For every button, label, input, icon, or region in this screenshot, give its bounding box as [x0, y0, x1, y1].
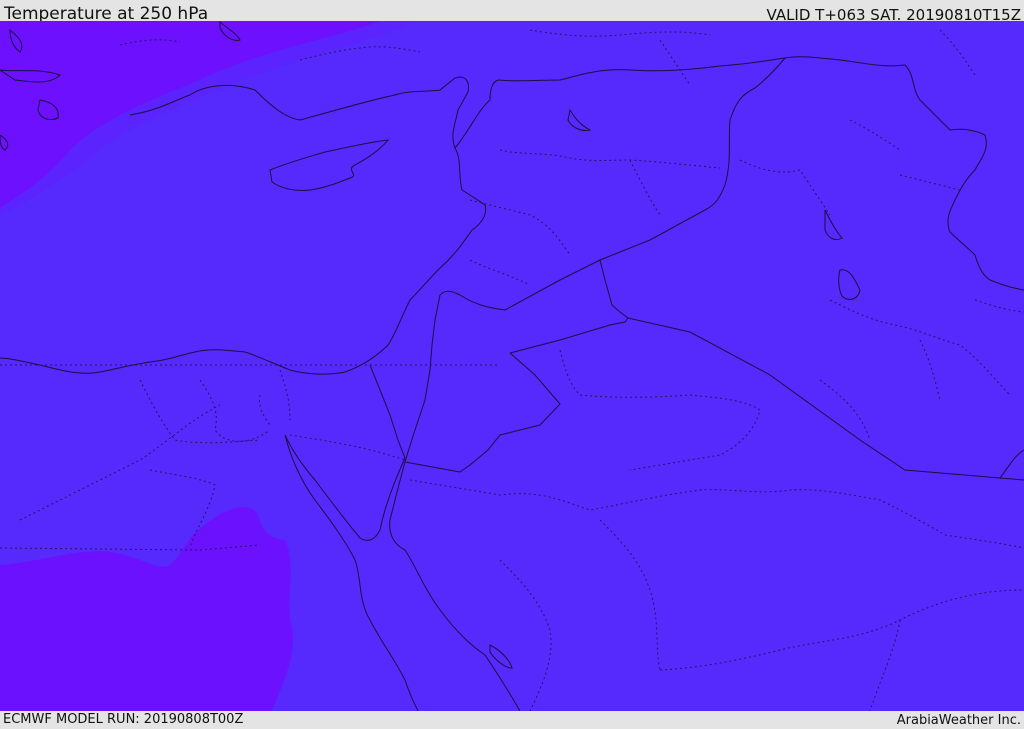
temperature-map — [0, 21, 1024, 711]
map-header: Temperature at 250 hPa VALID T+063 SAT. … — [0, 0, 1024, 24]
credit-label: ArabiaWeather Inc. — [896, 713, 1021, 728]
map-canvas — [0, 21, 1024, 711]
map-footer: ECMWF MODEL RUN: 20190808T00Z ArabiaWeat… — [0, 711, 1024, 729]
model-run: ECMWF MODEL RUN: 20190808T00Z — [3, 712, 244, 727]
